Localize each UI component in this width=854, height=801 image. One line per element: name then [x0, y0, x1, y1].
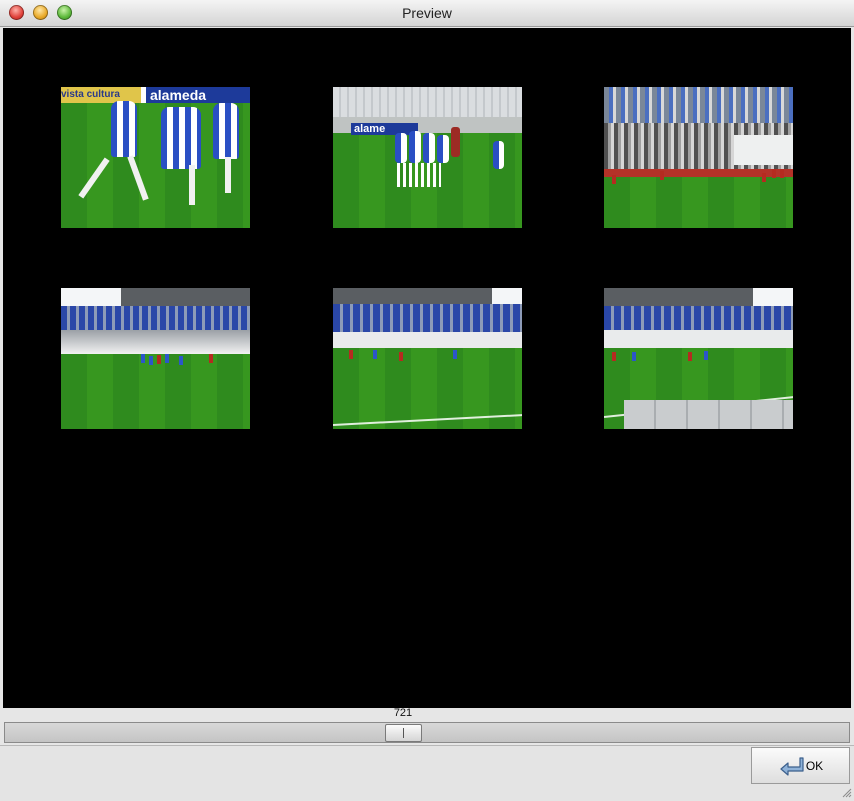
frame-slider-thumb[interactable]: [385, 724, 422, 742]
preview-window: Preview vista cultura alameda alame 721 …: [0, 0, 854, 801]
thumbnail-frame-3[interactable]: [604, 87, 793, 228]
arrow-return-icon: [780, 756, 804, 776]
ok-button-label: OK: [805, 758, 824, 773]
bottom-bar: [0, 745, 854, 801]
thumbnail-frame-5[interactable]: [333, 288, 522, 429]
thumbnail-frame-2[interactable]: alame: [333, 87, 522, 228]
frame-slider-track[interactable]: [4, 722, 850, 743]
preview-canvas: vista cultura alameda alame: [3, 28, 851, 708]
resize-grip-icon[interactable]: [840, 786, 852, 798]
thumbnail-frame-6[interactable]: [604, 288, 793, 429]
ok-button[interactable]: OK: [751, 747, 850, 784]
thumbnail-frame-1[interactable]: vista cultura alameda: [61, 87, 250, 228]
banner-text: alameda: [146, 87, 250, 103]
title-bar[interactable]: Preview: [0, 0, 854, 27]
banner-text: alame: [351, 123, 418, 135]
slider-value-label: 721: [393, 707, 413, 719]
window-title: Preview: [402, 5, 452, 21]
thumbnail-frame-4[interactable]: [61, 288, 250, 429]
